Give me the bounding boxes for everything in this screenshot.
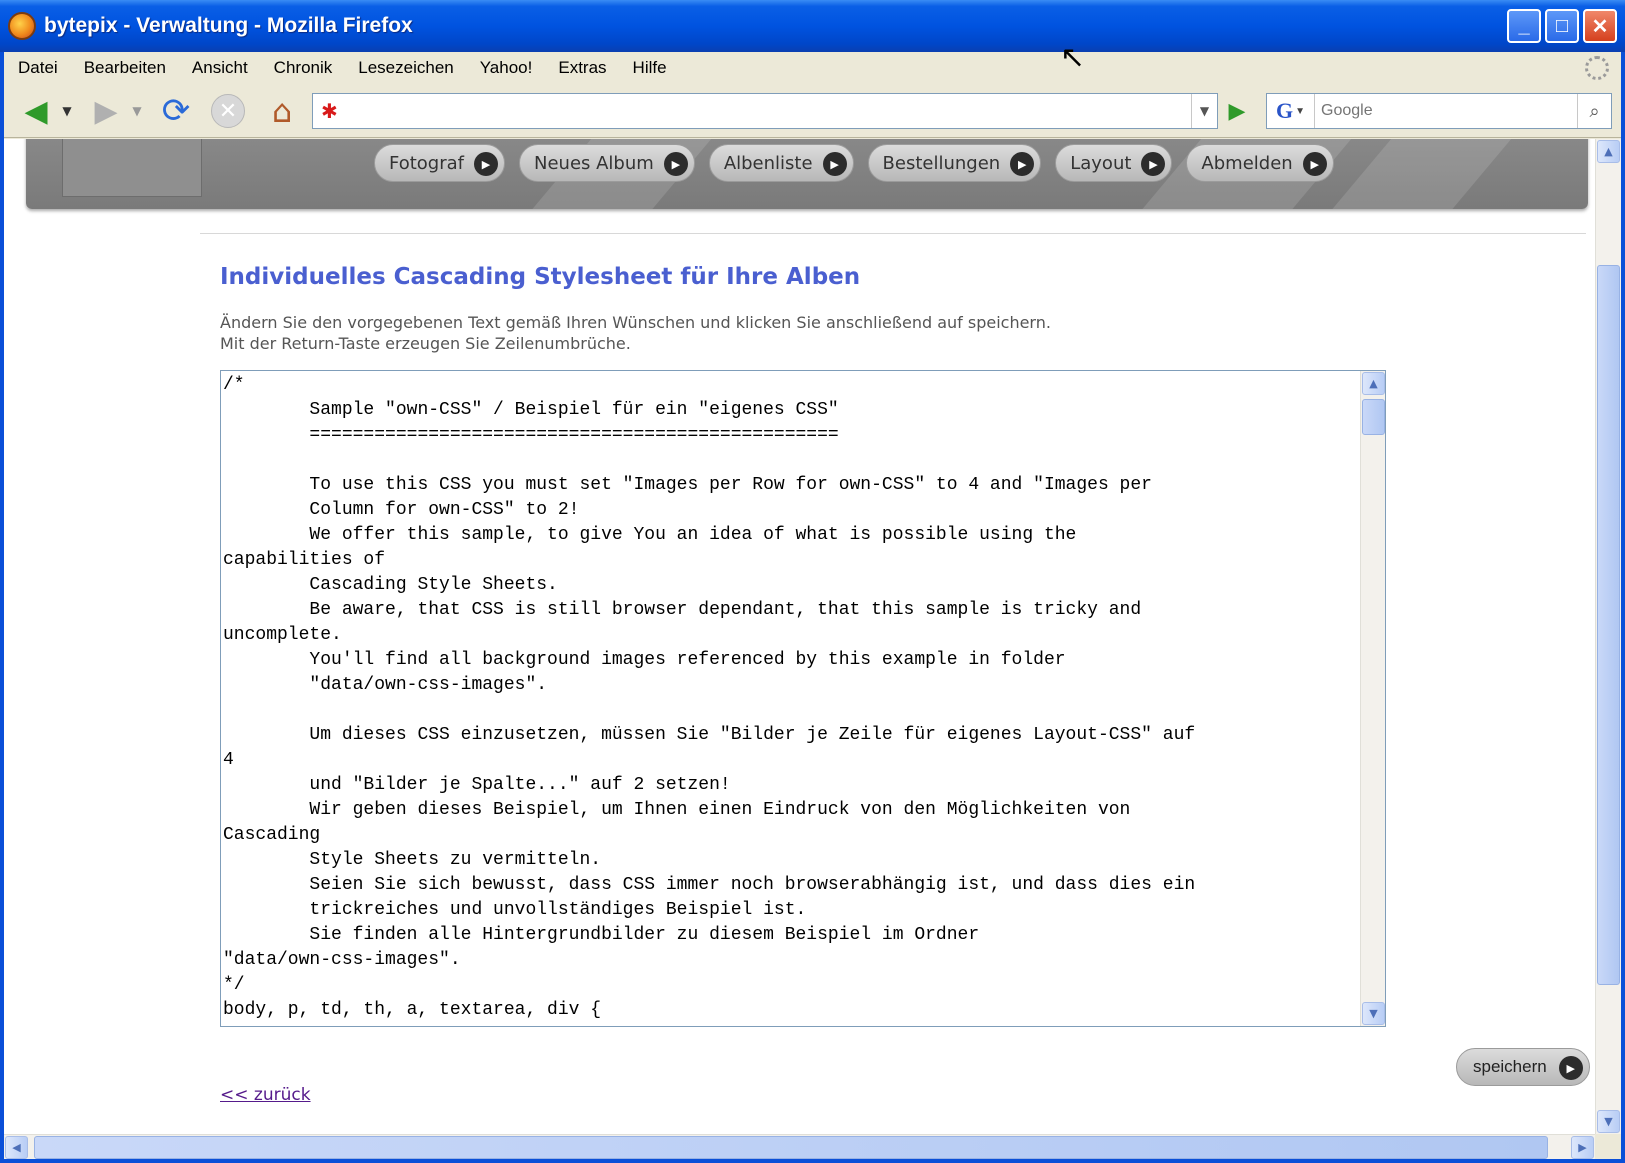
nav-fotograf[interactable]: Fotograf ▶ [374,144,505,182]
save-button[interactable]: speichern ▶ [1456,1048,1590,1086]
reload-icon[interactable]: ⟳ [156,91,196,131]
main-navigation: Fotograf ▶ Neues Album ▶ Albenliste ▶ Beste… [374,144,1334,182]
window-title: bytepix - Verwaltung - Mozilla Firefox [44,14,413,37]
home-icon[interactable]: ⌂ [262,92,302,130]
back-arrow-icon[interactable]: ◀ [16,92,56,130]
instruction-line: Ändern Sie den vorgegebenen Text gemäß I… [220,313,1051,332]
scroll-down-icon[interactable]: ▼ [1362,1002,1385,1025]
site-header-banner: Fotograf ▶ Neues Album ▶ Albenliste ▶ Beste… [26,139,1588,209]
nav-albenliste[interactable]: Albenliste ▶ [708,144,854,182]
window-controls: _ □ ✕ [1507,9,1617,43]
instruction-line: Mit der Return-Taste erzeugen Sie Zeilen… [220,334,631,353]
scroll-up-icon[interactable]: ▲ [1362,372,1385,395]
title-bar[interactable]: bytepix - Verwaltung - Mozilla Firefox _… [0,0,1625,52]
site-favicon-icon: ✱ [321,99,338,123]
scroll-left-icon[interactable]: ◀ [5,1136,28,1159]
banner-decoration [1332,139,1520,209]
play-arrow-icon: ▶ [1010,152,1035,176]
play-arrow-icon: ▶ [822,152,847,176]
site-logo[interactable] [62,139,202,197]
engine-dropdown-icon: ▼ [1295,105,1306,117]
nav-layout[interactable]: Layout ▶ [1055,144,1173,182]
menu-ansicht[interactable]: Ansicht [178,58,260,78]
scroll-thumb[interactable] [34,1136,1548,1159]
play-arrow-icon: ▶ [663,152,688,176]
nav-label: Albenliste [723,152,813,174]
forward-arrow-icon[interactable]: ▶ [86,92,126,130]
menu-hilfe[interactable]: Hilfe [619,58,679,78]
minimize-button[interactable]: _ [1507,9,1541,43]
divider [200,233,1586,234]
css-editor: /* Sample "own-CSS" / Beispiel für ein "… [220,370,1386,1027]
play-arrow-icon: ▶ [1302,152,1327,176]
page-viewport: Fotograf ▶ Neues Album ▶ Albenliste ▶ Beste… [4,139,1595,1134]
nav-bestellungen[interactable]: Bestellungen ▶ [867,144,1042,182]
maximize-button[interactable]: □ [1545,9,1579,43]
menu-bearbeiten[interactable]: Bearbeiten [70,58,178,78]
instructions: Ändern Sie den vorgegebenen Text gemäß I… [220,312,1051,354]
page-vertical-scrollbar[interactable]: ▲ ▼ [1595,139,1621,1134]
back-dropdown-icon[interactable]: ▼ [60,92,74,130]
page-title: Individuelles Cascading Stylesheet für I… [220,264,861,290]
nav-label: Neues Album [534,152,654,174]
scroll-thumb[interactable] [1597,265,1620,985]
scroll-down-icon[interactable]: ▼ [1597,1110,1620,1133]
forward-dropdown-icon[interactable]: ▼ [130,92,144,130]
menu-datei[interactable]: Datei [4,58,70,78]
throbber-icon [1585,56,1609,80]
page-horizontal-scrollbar[interactable]: ◀ ▶ [4,1134,1595,1159]
url-history-dropdown-icon[interactable]: ▼ [1191,94,1217,128]
nav-label: Abmelden [1201,152,1293,174]
menu-yahoo[interactable]: Yahoo! [466,58,545,78]
navigation-toolbar: ◀ ▼ ▶ ▼ ⟳ ✕ ⌂ ✱ ▼ ▶ G▼ ⌕ [4,84,1621,138]
go-arrow-icon[interactable]: ▶ [1222,98,1252,124]
search-input[interactable] [1315,102,1577,120]
nav-neues-album[interactable]: Neues Album ▶ [519,144,695,182]
play-arrow-icon: ▶ [1558,1056,1583,1080]
menu-extras[interactable]: Extras [544,58,618,78]
menu-chronik[interactable]: Chronik [260,58,345,78]
menu-lesezeichen[interactable]: Lesezeichen [344,58,465,78]
nav-abmelden[interactable]: Abmelden ▶ [1186,144,1334,182]
google-g-icon: G [1275,98,1294,123]
nav-label: Bestellungen [882,152,1001,174]
firefox-logo-icon [8,12,36,40]
save-label: speichern [1473,1057,1547,1076]
mouse-cursor-icon: ↖ [1060,40,1086,75]
stop-button[interactable]: ✕ [208,92,248,130]
scrollbar-corner [1595,1134,1621,1159]
search-bar: G▼ ⌕ [1266,93,1612,129]
browser-window: bytepix - Verwaltung - Mozilla Firefox _… [0,0,1625,1163]
nav-label: Fotograf [389,152,464,174]
play-arrow-icon: ▶ [474,152,498,176]
play-arrow-icon: ▶ [1141,152,1166,176]
search-engine-selector[interactable]: G ▼ [1267,94,1315,128]
scroll-up-icon[interactable]: ▲ [1597,140,1620,163]
stop-icon: ✕ [211,94,245,128]
scroll-thumb[interactable] [1362,399,1385,435]
magnifier-icon[interactable]: ⌕ [1577,94,1611,128]
url-bar[interactable]: ✱ ▼ [312,93,1218,129]
menu-bar: Datei Bearbeiten Ansicht Chronik Lesezei… [4,52,1621,84]
scroll-right-icon[interactable]: ▶ [1571,1136,1594,1159]
css-textarea[interactable]: /* Sample "own-CSS" / Beispiel für ein "… [221,371,1351,1026]
nav-label: Layout [1070,152,1132,174]
close-button[interactable]: ✕ [1583,9,1617,43]
textarea-scrollbar[interactable]: ▲ ▼ [1360,371,1385,1026]
back-link[interactable]: << zurück [220,1085,311,1105]
